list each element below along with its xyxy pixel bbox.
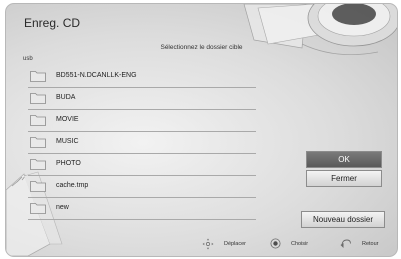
folder-label: MUSIC <box>56 138 79 145</box>
enter-icon <box>270 238 281 249</box>
current-path: usb <box>23 56 33 62</box>
dialog-title: Enreg. CD <box>24 16 81 30</box>
folder-icon <box>30 93 46 104</box>
folder-label: MOVIE <box>56 116 79 123</box>
folder-icon <box>30 137 46 148</box>
folder-label: cache.tmp <box>56 182 89 189</box>
list-item[interactable]: MUSIC <box>28 132 256 154</box>
list-item[interactable]: PHOTO <box>28 154 256 176</box>
folder-label: BUDA <box>56 94 76 101</box>
folder-icon <box>30 203 46 214</box>
hint-back: Retour <box>340 238 379 249</box>
list-item[interactable]: new <box>28 198 256 220</box>
folder-label: PHOTO <box>56 160 81 167</box>
folder-icon <box>30 181 46 192</box>
dialog-window: Enreg. CD Sélectionnez le dossier cible … <box>5 3 398 257</box>
footer-hints: Déplacer Choisir Retour <box>6 238 397 252</box>
folder-icon <box>30 115 46 126</box>
dialog-subtitle: Sélectionnez le dossier cible <box>160 44 243 51</box>
hint-select: Choisir <box>270 238 308 249</box>
hint-select-label: Choisir <box>291 240 309 247</box>
list-item[interactable]: BUDA <box>28 88 256 110</box>
folder-list: BD551-N.DCANLLK-ENG BUDA MOVIE MUSIC PHO… <box>28 66 256 220</box>
back-icon <box>340 239 351 248</box>
close-button[interactable]: Fermer <box>306 170 382 187</box>
list-item[interactable]: cache.tmp <box>28 176 256 198</box>
folder-label: BD551-N.DCANLLK-ENG <box>56 72 137 79</box>
list-item[interactable]: BD551-N.DCANLLK-ENG <box>28 66 256 88</box>
folder-label: new <box>56 204 69 211</box>
hint-move: Déplacer <box>202 238 246 250</box>
dpad-icon <box>202 238 214 250</box>
new-folder-button[interactable]: Nouveau dossier <box>301 211 385 228</box>
folder-icon <box>30 71 46 82</box>
folder-icon <box>30 159 46 170</box>
ok-button[interactable]: OK <box>306 151 382 168</box>
list-item[interactable]: MOVIE <box>28 110 256 132</box>
hint-back-label: Retour <box>362 240 379 247</box>
hint-move-label: Déplacer <box>224 241 247 247</box>
